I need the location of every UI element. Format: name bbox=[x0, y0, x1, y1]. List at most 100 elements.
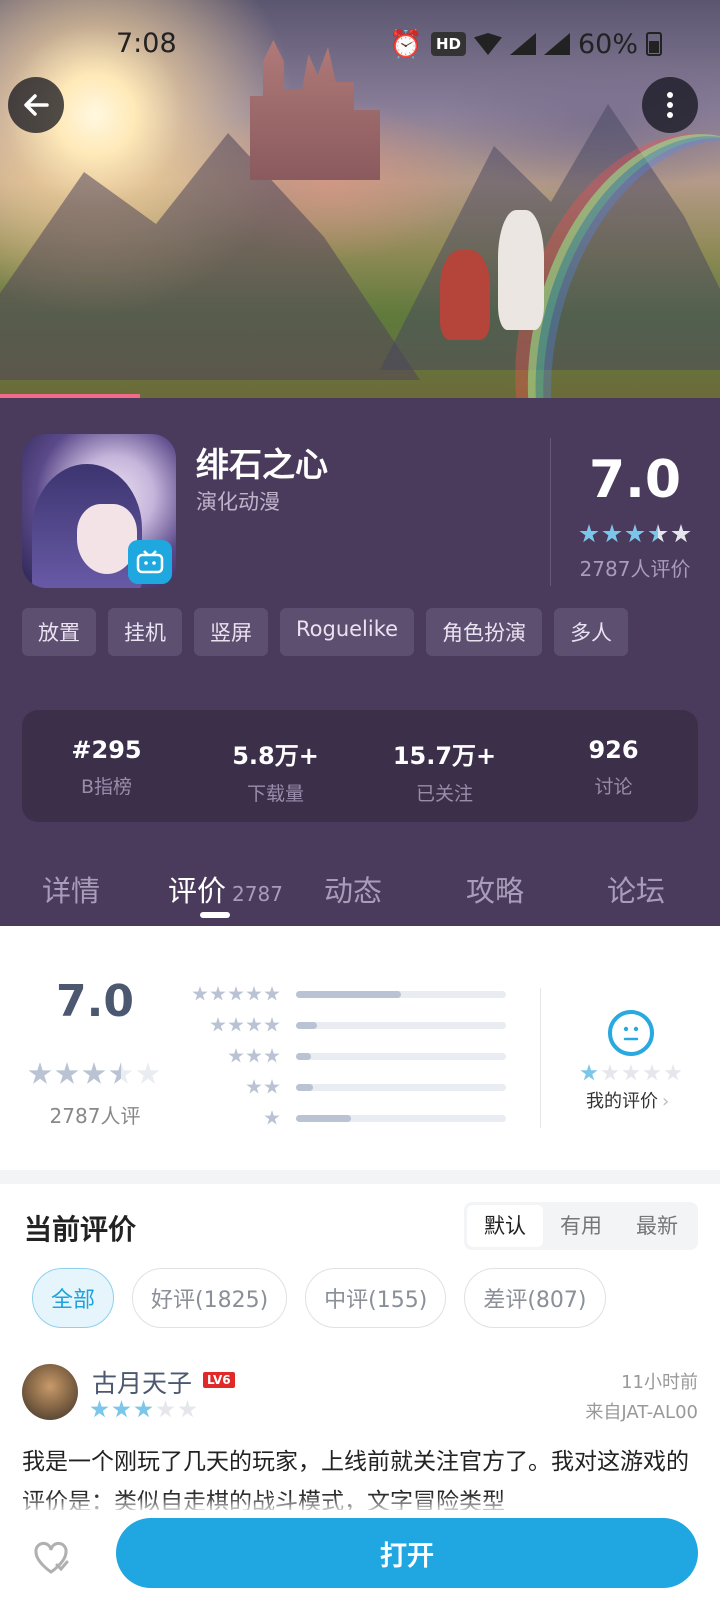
bar-track bbox=[296, 1021, 506, 1029]
tab-guides[interactable]: 攻略 bbox=[466, 868, 524, 910]
back-button[interactable] bbox=[8, 77, 64, 133]
tag-list: 放置 挂机 竖屏 Roguelike 角色扮演 多人 bbox=[22, 608, 629, 656]
star-icon[interactable] bbox=[580, 1064, 598, 1081]
star-icon[interactable] bbox=[622, 1064, 640, 1081]
tab-reviews-count: 2787 bbox=[232, 882, 283, 906]
star-icon[interactable] bbox=[643, 1064, 661, 1081]
more-button[interactable] bbox=[642, 77, 698, 133]
character-figure bbox=[440, 250, 490, 340]
star-icon bbox=[90, 1400, 109, 1418]
bar-stars bbox=[180, 1048, 280, 1064]
open-button[interactable]: 打开 bbox=[116, 1518, 698, 1588]
bar-track bbox=[296, 1052, 506, 1060]
game-title: 绯石之心 bbox=[196, 445, 328, 484]
filter-neutral[interactable]: 中评(155) bbox=[305, 1268, 447, 1328]
tab-reviews[interactable]: 评价 2787 bbox=[168, 868, 283, 910]
status-bar: 7:08 ⏰ HD 60% bbox=[0, 22, 720, 66]
tag-chip[interactable]: Roguelike bbox=[280, 608, 415, 656]
stat-followers: 15.7万+ 已关注 bbox=[360, 710, 529, 822]
alarm-icon: ⏰ bbox=[389, 29, 423, 60]
bar-fill bbox=[296, 1052, 311, 1060]
star-icon bbox=[55, 1062, 79, 1084]
my-rating-link[interactable]: 我的评价 › bbox=[586, 1087, 669, 1113]
tag-chip[interactable]: 放置 bbox=[22, 608, 96, 656]
score-stars bbox=[579, 524, 691, 544]
bar-track bbox=[296, 990, 506, 998]
stat-rank[interactable]: #295 B指榜 bbox=[22, 710, 191, 822]
sort-default[interactable]: 默认 bbox=[467, 1205, 543, 1247]
character-figure bbox=[498, 210, 544, 330]
tag-chip[interactable]: 多人 bbox=[554, 608, 629, 656]
stat-downloads: 5.8万+ 下载量 bbox=[191, 710, 360, 822]
my-rating-stars[interactable] bbox=[580, 1064, 682, 1082]
section-separator bbox=[0, 1170, 720, 1184]
tab-forum[interactable]: 论坛 bbox=[607, 868, 665, 910]
summary-score: 7.0 bbox=[56, 976, 134, 1027]
bar-track bbox=[296, 1083, 506, 1091]
more-vertical-icon bbox=[667, 92, 673, 118]
bar-stars bbox=[180, 986, 280, 1002]
section-title: 当前评价 bbox=[24, 1213, 137, 1246]
star-icon bbox=[671, 524, 691, 543]
sort-latest[interactable]: 最新 bbox=[619, 1205, 695, 1247]
star-icon bbox=[178, 1400, 197, 1418]
stat-label: 讨论 bbox=[594, 776, 633, 798]
tab-news[interactable]: 动态 bbox=[324, 868, 382, 910]
battery-text: 60% bbox=[577, 28, 638, 60]
star-icon bbox=[134, 1400, 153, 1418]
filter-positive[interactable]: 好评(1825) bbox=[132, 1268, 288, 1328]
star-icon[interactable] bbox=[664, 1064, 682, 1081]
wifi-icon bbox=[473, 33, 502, 55]
review-device: 来自JAT-AL00 bbox=[585, 1402, 698, 1423]
game-app-icon bbox=[22, 434, 176, 588]
avatar[interactable] bbox=[22, 1364, 78, 1420]
level-badge: LV6 bbox=[203, 1372, 235, 1388]
review-text[interactable]: 我是一个刚玩了几天的玩家，上线前就关注官方了。我对这游戏的评价是：类似自走棋的战… bbox=[22, 1442, 698, 1516]
developer-name[interactable]: 演化动漫 bbox=[196, 486, 280, 516]
review-time: 11小时前 bbox=[621, 1372, 698, 1393]
stat-discussions[interactable]: 926 讨论 bbox=[529, 710, 698, 822]
bar-stars bbox=[180, 1017, 280, 1033]
bilibili-icon bbox=[128, 540, 172, 584]
rating-bar-3 bbox=[180, 1048, 506, 1064]
sort-useful[interactable]: 有用 bbox=[543, 1205, 619, 1247]
signal-icon bbox=[509, 33, 536, 55]
game-info-section: 绯石之心 演化动漫 7.0 2787人评价 放置 挂机 竖屏 Roguelike… bbox=[0, 398, 720, 926]
star-icon bbox=[136, 1062, 160, 1084]
star-icon bbox=[579, 524, 599, 543]
tag-chip[interactable]: 竖屏 bbox=[194, 608, 268, 656]
star-icon bbox=[156, 1400, 175, 1418]
stat-value: #295 bbox=[71, 736, 142, 764]
tab-indicator bbox=[200, 912, 230, 918]
stat-label: B指榜 bbox=[80, 776, 133, 798]
star-icon[interactable] bbox=[601, 1064, 619, 1081]
tab-details[interactable]: 详情 bbox=[42, 868, 100, 910]
stat-value: 5.8万+ bbox=[232, 742, 319, 770]
status-icons: ⏰ HD 60% bbox=[389, 28, 662, 60]
filter-negative[interactable]: 差评(807) bbox=[464, 1268, 606, 1328]
neutral-face-icon[interactable] bbox=[608, 1010, 654, 1056]
hd-badge: HD bbox=[430, 32, 466, 56]
heart-icon[interactable] bbox=[30, 1538, 72, 1580]
filter-all[interactable]: 全部 bbox=[32, 1268, 115, 1328]
summary-stars bbox=[28, 1062, 160, 1086]
signal-icon bbox=[543, 33, 570, 55]
rating-bar-1 bbox=[180, 1110, 506, 1126]
sort-toggle: 默认 有用 最新 bbox=[464, 1202, 698, 1250]
arrow-left-icon bbox=[24, 94, 49, 116]
star-half-icon bbox=[648, 524, 668, 543]
my-rating-label: 我的评价 bbox=[586, 1091, 658, 1112]
bar-fill bbox=[296, 1114, 351, 1122]
stat-value: 15.7万+ bbox=[392, 742, 497, 770]
bar-fill bbox=[296, 1083, 313, 1091]
star-icon bbox=[112, 1400, 131, 1418]
tag-chip[interactable]: 挂机 bbox=[108, 608, 182, 656]
tag-chip[interactable]: 角色扮演 bbox=[426, 608, 543, 656]
bar-fill bbox=[296, 1021, 317, 1029]
status-time: 7:08 bbox=[116, 28, 177, 59]
star-icon bbox=[625, 524, 645, 543]
rating-bar-4 bbox=[180, 1017, 506, 1033]
chevron-right-icon: › bbox=[662, 1091, 670, 1112]
rating-bar-5 bbox=[180, 986, 506, 1002]
review-username[interactable]: 古月天子 bbox=[92, 1364, 192, 1400]
